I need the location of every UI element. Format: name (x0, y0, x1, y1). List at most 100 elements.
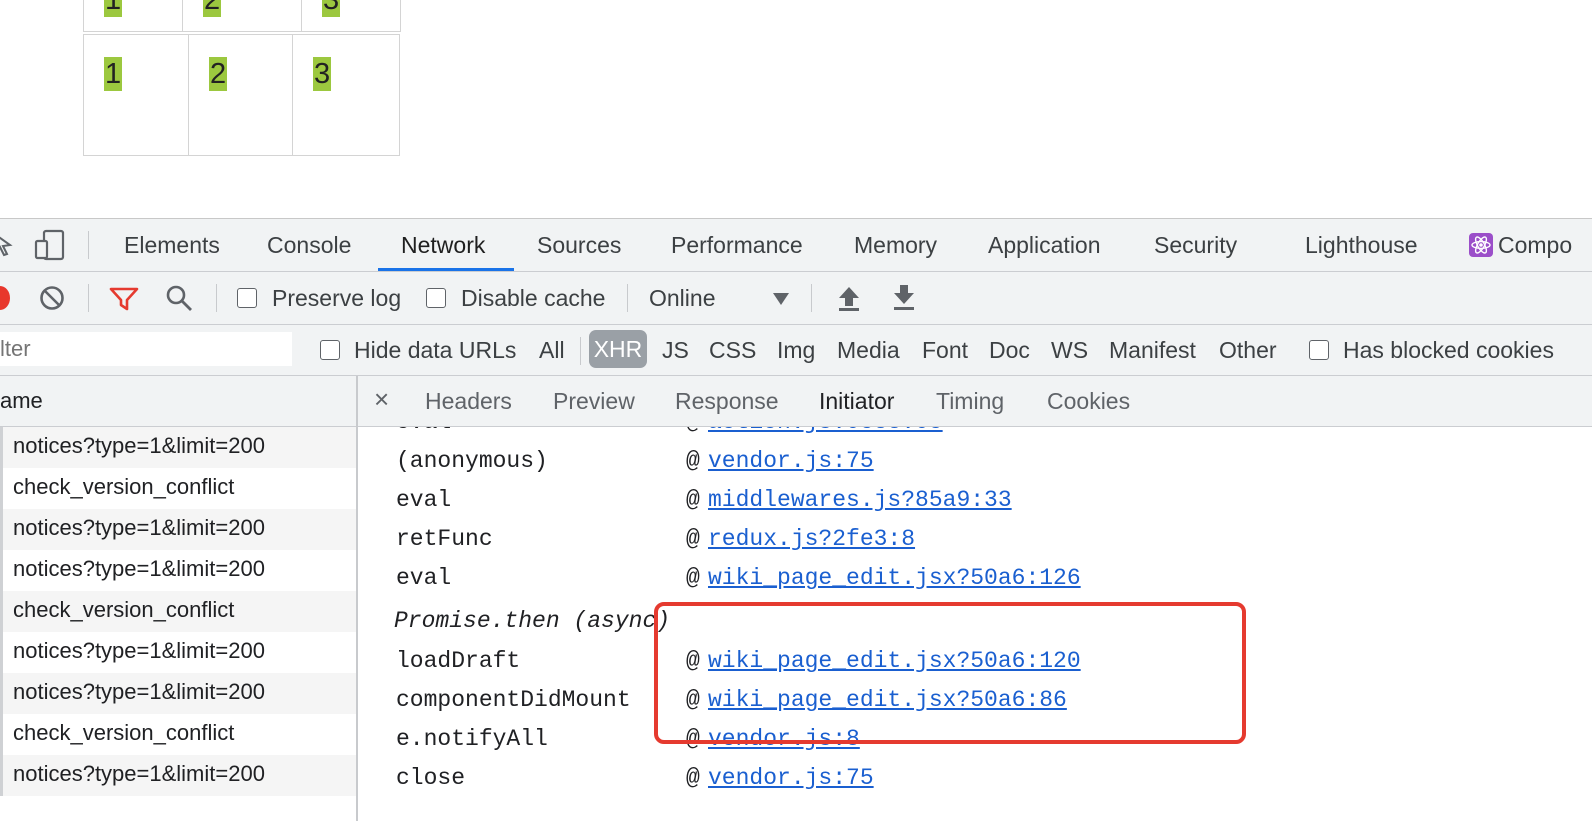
inspect-element-icon[interactable] (0, 232, 14, 258)
throttling-select[interactable]: Online (649, 283, 715, 313)
filter-icon[interactable] (109, 286, 139, 312)
request-row[interactable]: notices?type=1&limit=200 (0, 632, 356, 673)
request-row[interactable]: check_version_conflict (0, 468, 356, 509)
tab-timing[interactable]: Timing (936, 386, 1004, 416)
request-row[interactable]: notices?type=1&limit=200 (0, 673, 356, 714)
request-name: notices?type=1&limit=200 (13, 433, 265, 458)
detail-tabs: × Headers Preview Response Initiator Tim… (358, 376, 1592, 427)
hide-data-urls-checkbox[interactable] (320, 340, 340, 360)
frame-function: close (396, 765, 466, 791)
close-detail-icon[interactable]: × (374, 384, 389, 414)
filter-type-xhr[interactable]: XHR (589, 330, 647, 368)
source-link[interactable]: wiki_page_edit.jsx?50a6:126 (708, 561, 1081, 595)
has-blocked-cookies-label: Has blocked cookies (1343, 337, 1554, 363)
filter-type-css[interactable]: CSS (709, 335, 756, 365)
filter-type-font[interactable]: Font (922, 335, 968, 365)
request-row[interactable]: notices?type=1&limit=200 (0, 755, 356, 796)
name-column-header: ame (0, 388, 43, 413)
preserve-log-checkbox[interactable] (237, 288, 257, 308)
request-name: notices?type=1&limit=200 (13, 638, 265, 663)
tab-components[interactable]: Compo (1498, 219, 1572, 271)
tab-network[interactable]: Network (401, 219, 485, 271)
cell-number: 3 (313, 57, 332, 91)
disable-cache-checkbox[interactable] (426, 288, 446, 308)
request-name: notices?type=1&limit=200 (13, 556, 265, 581)
frame-function: loadDraft (396, 648, 521, 674)
tab-lighthouse[interactable]: Lighthouse (1305, 219, 1418, 271)
tab-preview[interactable]: Preview (553, 386, 635, 416)
at-symbol: @ (686, 765, 700, 791)
cell-number: 1 (104, 0, 123, 17)
page-content: 1 2 3 1 2 3 (0, 0, 1592, 218)
request-name: notices?type=1&limit=200 (13, 679, 265, 704)
request-list-header[interactable]: ame (0, 376, 356, 427)
at-symbol: @ (686, 565, 700, 591)
numbers-table-top: 1 2 3 (83, 0, 401, 32)
filter-type-manifest[interactable]: Manifest (1109, 335, 1196, 365)
request-name: notices?type=1&limit=200 (13, 761, 265, 786)
clear-icon[interactable] (39, 285, 65, 311)
frame-function: eval (396, 427, 451, 439)
filter-type-all[interactable]: All (539, 335, 565, 365)
request-row[interactable]: notices?type=1&limit=200 (0, 550, 356, 591)
search-icon[interactable] (165, 284, 193, 312)
filter-type-doc[interactable]: Doc (989, 335, 1030, 365)
request-row[interactable]: check_version_conflict (0, 591, 356, 632)
devtools-main-tabs: Elements Console Network Sources Perform… (0, 219, 1592, 272)
filter-type-other[interactable]: Other (1219, 335, 1277, 365)
source-link[interactable]: redux.js?2fe3:8 (708, 522, 915, 556)
import-har-icon[interactable] (836, 284, 862, 312)
device-toolbar-icon[interactable] (34, 229, 66, 261)
at-symbol: @ (686, 487, 700, 513)
request-name: check_version_conflict (13, 720, 235, 745)
source-link[interactable]: vendor.js:75 (708, 761, 874, 795)
tab-performance[interactable]: Performance (671, 219, 803, 271)
request-list: ame notices?type=1&limit=200 check_versi… (0, 376, 358, 821)
tab-initiator[interactable]: Initiator (819, 386, 894, 416)
frame-function: retFunc (396, 526, 493, 552)
cell-number: 2 (203, 0, 222, 17)
tab-cookies[interactable]: Cookies (1047, 386, 1130, 416)
frame-function: (anonymous) (396, 448, 548, 474)
initiator-call-stack: eval @ action.js:0e33:05 (anonymous) @ v… (358, 427, 1592, 821)
cell-number: 3 (322, 0, 341, 17)
has-blocked-cookies-checkbox[interactable] (1309, 340, 1329, 360)
active-tab-indicator (378, 268, 514, 271)
request-row[interactable]: check_version_conflict (0, 714, 356, 755)
tab-sources[interactable]: Sources (537, 219, 621, 271)
tab-elements[interactable]: Elements (124, 219, 220, 271)
request-name: check_version_conflict (13, 474, 235, 499)
request-name: check_version_conflict (13, 597, 235, 622)
cell-number: 1 (104, 57, 123, 91)
request-row[interactable]: notices?type=1&limit=200 (0, 427, 356, 468)
tab-headers[interactable]: Headers (425, 386, 512, 416)
dropdown-arrow-icon[interactable] (772, 292, 790, 306)
at-symbol: @ (686, 526, 700, 552)
filter-input[interactable] (0, 332, 292, 366)
source-link[interactable]: action.js:0e33:05 (708, 427, 943, 439)
record-button[interactable] (0, 286, 10, 310)
tab-memory[interactable]: Memory (854, 219, 937, 271)
filter-type-media[interactable]: Media (837, 335, 900, 365)
source-link[interactable]: middlewares.js?85a9:33 (708, 483, 1012, 517)
async-boundary-label: Promise.then (async) (394, 608, 671, 634)
tab-console[interactable]: Console (267, 219, 351, 271)
preserve-log-label: Preserve log (272, 285, 402, 311)
tab-security[interactable]: Security (1154, 219, 1237, 271)
request-name: notices?type=1&limit=200 (13, 515, 265, 540)
frame-function: componentDidMount (396, 687, 631, 713)
filter-type-js[interactable]: JS (662, 335, 689, 365)
filter-type-ws[interactable]: WS (1051, 335, 1088, 365)
tab-application[interactable]: Application (988, 219, 1101, 271)
tab-response[interactable]: Response (675, 386, 779, 416)
request-detail-pane: × Headers Preview Response Initiator Tim… (358, 376, 1592, 821)
filter-type-img[interactable]: Img (777, 335, 815, 365)
source-link[interactable]: vendor.js:75 (708, 444, 874, 478)
disable-cache-label: Disable cache (461, 285, 606, 311)
request-row[interactable]: notices?type=1&limit=200 (0, 509, 356, 550)
hide-data-urls-label: Hide data URLs (354, 337, 517, 363)
frame-function: e.notifyAll (396, 726, 548, 752)
export-har-icon[interactable] (891, 284, 917, 312)
frame-function: eval (396, 565, 452, 591)
cell-number: 2 (209, 57, 228, 91)
